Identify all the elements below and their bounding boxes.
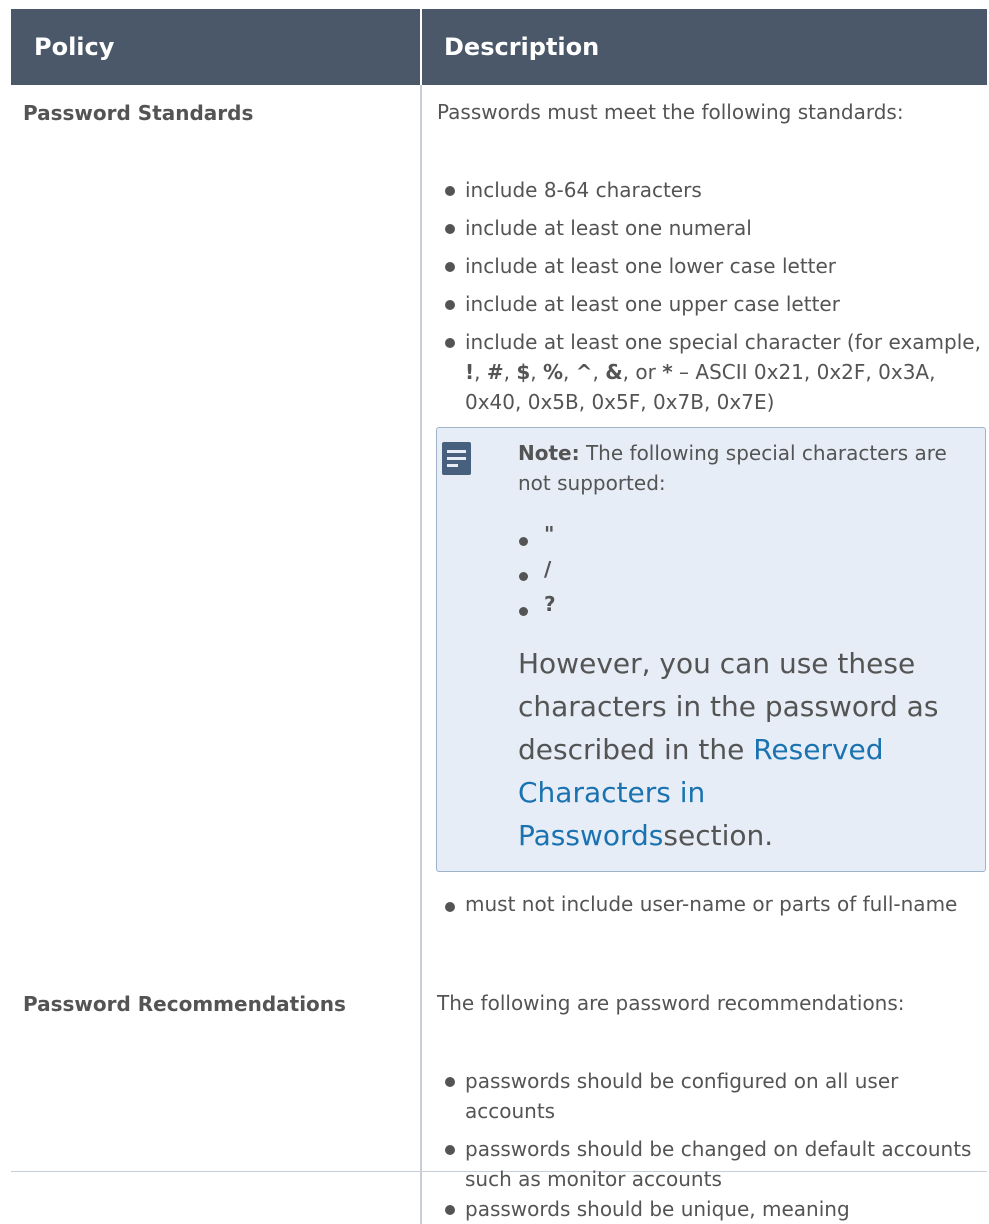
bullet — [445, 902, 455, 912]
header-description: Description — [444, 33, 600, 61]
unsupported-char: / — [544, 557, 552, 581]
bullet — [445, 1077, 455, 1087]
note-box: Note: The following special characters a… — [436, 427, 986, 872]
header-policy: Policy — [34, 33, 115, 61]
recommendations-intro: The following are password recommendatio… — [437, 991, 905, 1015]
policy-password-standards: Password Standards — [23, 101, 254, 125]
list-item: include at least one numeral — [465, 216, 752, 240]
note-text: Note: The following special characters a… — [518, 441, 947, 495]
list-item: passwords should be changed on default a… — [465, 1137, 972, 1191]
bullet — [445, 338, 455, 348]
bullet — [445, 300, 455, 310]
bullet — [445, 262, 455, 272]
standards-intro: Passwords must meet the following standa… — [437, 100, 904, 124]
column-divider — [420, 85, 422, 1224]
list-item: must not include user-name or parts of f… — [465, 892, 958, 916]
note-icon — [442, 442, 471, 475]
table-header: Policy Description — [11, 9, 987, 85]
bullet — [445, 1145, 455, 1155]
bullet — [519, 572, 528, 581]
bullet — [519, 537, 528, 546]
list-item: include at least one lower case letter — [465, 254, 837, 278]
list-item: include 8-64 characters — [465, 178, 702, 202]
list-item: passwords should be configured on all us… — [465, 1069, 899, 1123]
list-item-special-characters: include at least one special character (… — [465, 330, 981, 414]
list-item: include at least one upper case letter — [465, 292, 840, 316]
policy-password-recommendations: Password Recommendations — [23, 992, 346, 1016]
list-item: passwords should be unique, meaning — [465, 1197, 850, 1221]
bullet — [445, 224, 455, 234]
bullet — [445, 1205, 455, 1215]
header-divider — [420, 9, 422, 85]
note-body: However, you can use these characters in… — [518, 647, 939, 852]
unsupported-char: ? — [544, 592, 556, 616]
bullet — [445, 186, 455, 196]
bullet — [519, 607, 528, 616]
unsupported-char: " — [544, 522, 555, 546]
policy-table: Policy Description Password Standards Pa… — [11, 9, 987, 1224]
